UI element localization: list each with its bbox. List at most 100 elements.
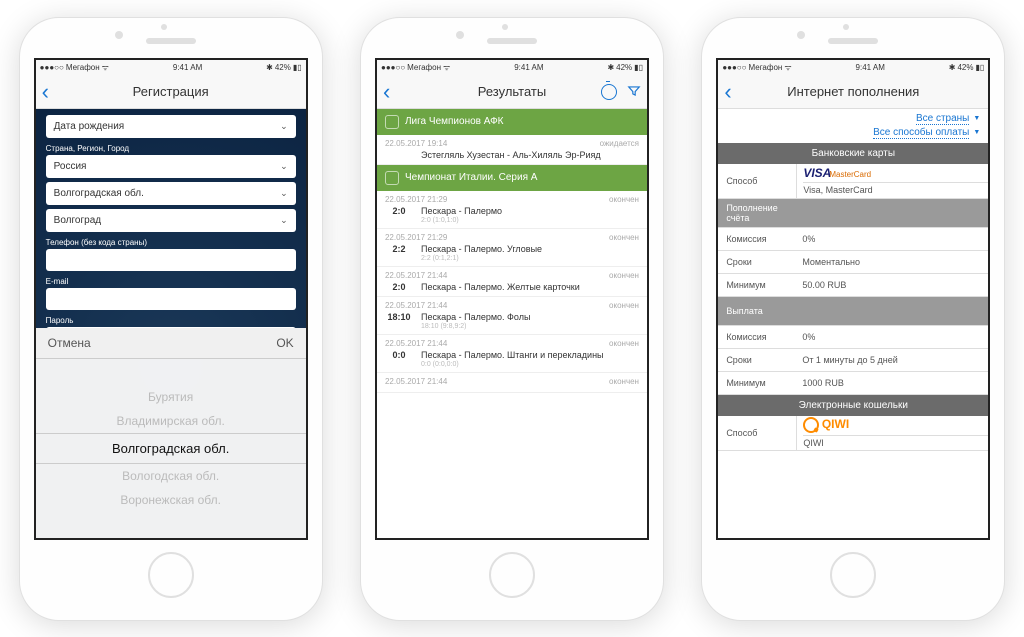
home-button[interactable] [830,552,876,598]
match-row[interactable]: 22.05.2017 19:14 ожидается Эстегляль Хузес… [377,135,647,165]
picker-cancel[interactable]: Отмена [48,336,91,350]
region-section-label: Страна, Регион, Город [46,144,296,153]
league-name: Чемпионат Италии. Серия А [405,172,537,183]
league-header[interactable]: Чемпионат Италии. Серия А [377,165,647,191]
match-row[interactable]: 22.05.2017 21:44окончен2:0Пескара - Пале… [377,267,647,297]
match-status: окончен [609,301,639,310]
row-value: От 1 минуты до 5 дней [796,355,988,365]
page-title: Результаты [478,84,546,99]
city-select[interactable]: Волгоград⌄ [46,209,296,232]
timer-icon[interactable] [601,84,617,100]
match-score: 2:0 [385,282,413,292]
league-header[interactable]: Лига Чемпионов АФК [377,109,647,135]
method-value: QIWI [803,435,988,448]
phone-payments: ●●●○○ Мегафон ᯤ 9:41 AM ✱ 42% ▮▯ ‹ Интер… [701,17,1005,621]
page-title: Регистрация [133,84,209,99]
match-time: 22.05.2017 21:29 [385,233,447,242]
match-detail: 18:10 (9:8,9:2) [421,323,639,330]
match-time: 22.05.2017 21:29 [385,195,447,204]
match-teams: Эстегляль Хузестан - Аль-Хиляль Эр-Рияд [421,150,601,160]
navbar: ‹ Регистрация [36,76,306,109]
subsection-topup: Пополнение счёта [718,203,796,223]
password-label: Пароль [46,316,296,325]
match-status: окончен [609,233,639,242]
match-teams: Пескара - Палермо. Угловые [421,244,542,254]
email-input[interactable] [46,288,296,310]
match-row[interactable]: 22.05.2017 21:44 окончен [377,373,647,393]
match-time: 22.05.2017 19:14 [385,139,447,148]
qiwi-logo: QIWI [803,417,988,434]
picker-wheel[interactable]: Бурятия Владимирская обл. Волгоградская … [36,359,306,538]
status-bar: ●●●○○ Мегафон ᯤ 9:41 AM ✱ 42% ▮▯ [36,60,306,76]
match-time: 22.05.2017 21:44 [385,377,447,386]
status-bar: ●●●○○ Мегафон ᯤ 9:41 AM ✱ 42% ▮▯ [718,60,988,76]
section-cards: Банковские карты [718,143,988,164]
navbar: ‹ Результаты [377,76,647,109]
region-select[interactable]: Волгоградская обл.⌄ [46,182,296,205]
row-label: Способ [718,176,796,186]
match-time: 22.05.2017 21:44 [385,271,447,280]
status-bar: ●●●○○ Мегафон ᯤ 9:41 AM ✱ 42% ▮▯ [377,60,647,76]
sport-icon [385,171,399,185]
match-row[interactable]: 22.05.2017 21:29окончен2:0Пескара - Пале… [377,191,647,229]
row-label: Способ [718,428,796,438]
match-status: окончен [609,271,639,280]
row-value: 0% [796,234,988,244]
row-label: Сроки [718,257,796,267]
phone-registration: ●●●○○ Мегафон ᯤ 9:41 AM ✱ 42% ▮▯ ‹ Регис… [19,17,323,621]
region-picker: Отмена OK Бурятия Владимирская обл. Волг… [36,328,306,538]
match-detail: 2:2 (0:1,2:1) [421,255,639,262]
back-icon[interactable]: ‹ [724,79,731,105]
method-value: Visa, MasterCard [803,182,988,195]
row-label: Сроки [718,355,796,365]
navbar: ‹ Интернет пополнения [718,76,988,109]
picker-item[interactable]: Вологодская обл. [117,464,224,488]
email-label: E-mail [46,277,296,286]
match-row[interactable]: 22.05.2017 21:29 окончен 2:2 Пескара - Пале… [377,229,647,267]
back-icon[interactable]: ‹ [383,79,390,105]
row-value: 50.00 RUB [796,280,988,290]
subsection-payout: Выплата [718,306,796,316]
match-status: окончен [609,377,639,386]
picker-ok[interactable]: OK [276,336,293,350]
picker-item[interactable]: Бурятия [143,385,198,409]
match-score [385,150,413,160]
picker-item-selected[interactable]: Волгоградская обл. [34,433,308,464]
match-row[interactable]: 22.05.2017 21:44окончен0:0Пескара - Пале… [377,335,647,373]
row-value: Моментально [796,257,988,267]
results-list[interactable]: Лига Чемпионов АФК 22.05.2017 19:14 ожидае… [377,109,647,538]
match-teams: Пескара - Палермо. Фолы [421,312,530,322]
match-status: окончен [609,195,639,204]
filter-icon[interactable] [627,84,641,100]
sport-icon [385,115,399,129]
picker-item[interactable]: Воронежская обл. [115,488,226,512]
row-value: 0% [796,332,988,342]
home-button[interactable] [148,552,194,598]
match-time: 22.05.2017 21:44 [385,339,447,348]
match-status: окончен [609,339,639,348]
dob-select[interactable]: Дата рождения⌄ [46,115,296,138]
match-status: ожидается [600,139,639,148]
page-title: Интернет пополнения [787,84,919,99]
country-select[interactable]: Россия⌄ [46,155,296,178]
match-teams: Пескара - Палермо. Штанги и перекладины [421,350,604,360]
row-value: 1000 RUB [796,378,988,388]
row-label: Минимум [718,280,796,290]
row-label: Комиссия [718,332,796,342]
filter-methods[interactable]: Все способы оплаты▼ [873,127,980,139]
battery-label: 42% [275,63,291,72]
match-detail: 0:0 (0:0,0:0) [421,361,639,368]
back-icon[interactable]: ‹ [42,79,49,105]
home-button[interactable] [489,552,535,598]
filter-countries[interactable]: Все страны▼ [916,113,980,125]
row-label: Комиссия [718,234,796,244]
picker-item[interactable]: Владимирская обл. [111,409,229,433]
phone-results: ●●●○○ Мегафон ᯤ 9:41 AM ✱ 42% ▮▯ ‹ Резул… [360,17,664,621]
visa-mastercard-logo: VISAMasterCard [803,166,988,180]
row-label: Минимум [718,378,796,388]
match-row[interactable]: 22.05.2017 21:44окончен18:10Пескара - Па… [377,297,647,335]
match-score: 2:2 [385,244,413,254]
league-name: Лига Чемпионов АФК [405,116,504,127]
time-label: 9:41 AM [173,63,202,72]
phone-input[interactable] [46,249,296,271]
